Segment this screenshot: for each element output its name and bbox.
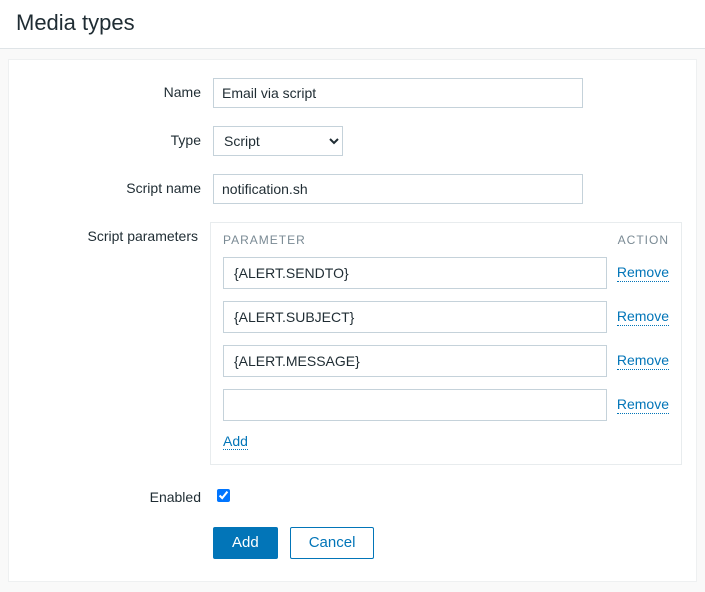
- add-param-row: Add: [223, 433, 669, 450]
- type-field-col: Script: [213, 126, 682, 156]
- row-enabled: Enabled: [23, 483, 682, 505]
- remove-link[interactable]: Remove: [617, 308, 669, 326]
- enabled-checkbox[interactable]: [217, 489, 230, 502]
- params-header: PARAMETER ACTION: [223, 233, 669, 247]
- type-select[interactable]: Script: [213, 126, 343, 156]
- params-label: Script parameters: [23, 222, 210, 244]
- scriptname-input[interactable]: [213, 174, 583, 204]
- form-area: Name Type Script Script name Script para…: [0, 49, 705, 592]
- name-label: Name: [23, 78, 213, 100]
- params-header-action: ACTION: [618, 233, 669, 247]
- params-field-col: PARAMETER ACTION Remove Remove Remove: [210, 222, 682, 465]
- buttons-spacer: [23, 523, 213, 529]
- page-header: Media types: [0, 0, 705, 49]
- enabled-label: Enabled: [23, 483, 213, 505]
- remove-link[interactable]: Remove: [617, 264, 669, 282]
- cancel-button[interactable]: Cancel: [290, 527, 375, 559]
- row-buttons: Add Cancel: [23, 523, 682, 559]
- params-box: PARAMETER ACTION Remove Remove Remove: [210, 222, 682, 465]
- params-header-parameter: PARAMETER: [223, 233, 306, 247]
- param-row: Remove: [223, 257, 669, 289]
- param-input[interactable]: [223, 257, 607, 289]
- scriptname-field-col: [213, 174, 682, 204]
- param-row: Remove: [223, 301, 669, 333]
- param-row: Remove: [223, 389, 669, 421]
- remove-link[interactable]: Remove: [617, 352, 669, 370]
- add-button[interactable]: Add: [213, 527, 278, 559]
- page-title: Media types: [16, 10, 689, 36]
- scriptname-label: Script name: [23, 174, 213, 196]
- param-input[interactable]: [223, 345, 607, 377]
- row-scriptname: Script name: [23, 174, 682, 204]
- row-name: Name: [23, 78, 682, 108]
- buttons-field-col: Add Cancel: [213, 523, 682, 559]
- row-type: Type Script: [23, 126, 682, 156]
- type-label: Type: [23, 126, 213, 148]
- name-input[interactable]: [213, 78, 583, 108]
- remove-link[interactable]: Remove: [617, 396, 669, 414]
- enabled-field-col: [213, 483, 682, 505]
- row-params: Script parameters PARAMETER ACTION Remov…: [23, 222, 682, 465]
- add-param-link[interactable]: Add: [223, 433, 248, 450]
- form-inner: Name Type Script Script name Script para…: [8, 59, 697, 582]
- name-field-col: [213, 78, 682, 108]
- button-row: Add Cancel: [213, 527, 682, 559]
- param-row: Remove: [223, 345, 669, 377]
- param-input[interactable]: [223, 389, 607, 421]
- param-input[interactable]: [223, 301, 607, 333]
